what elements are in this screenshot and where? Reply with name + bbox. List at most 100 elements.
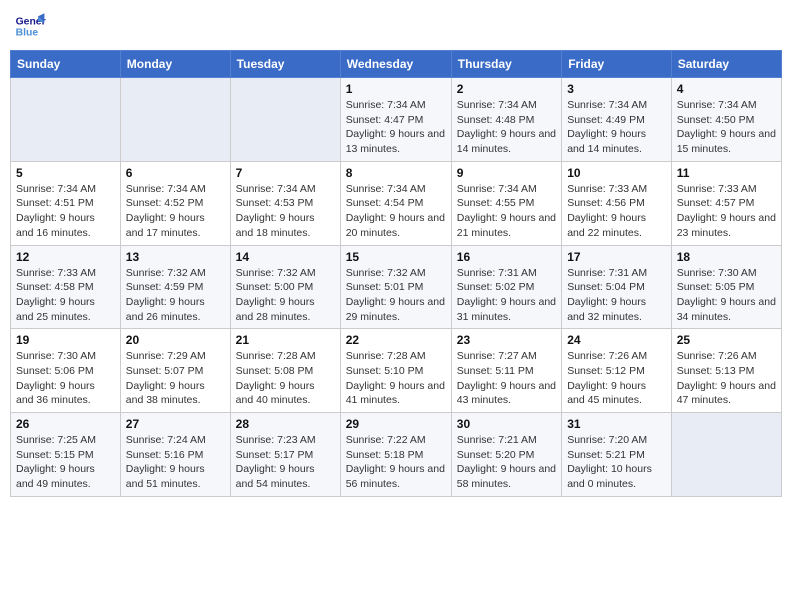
day-info: Sunrise: 7:33 AMSunset: 4:56 PMDaylight:…: [567, 182, 666, 241]
day-number: 12: [16, 250, 115, 264]
day-number: 23: [457, 333, 556, 347]
calendar-cell: 5 Sunrise: 7:34 AMSunset: 4:51 PMDaylight…: [11, 161, 121, 245]
day-info: Sunrise: 7:24 AMSunset: 5:16 PMDaylight:…: [126, 433, 225, 492]
day-info: Sunrise: 7:34 AMSunset: 4:55 PMDaylight:…: [457, 182, 556, 241]
calendar-cell: 17 Sunrise: 7:31 AMSunset: 5:04 PMDayligh…: [562, 245, 672, 329]
day-number: 15: [346, 250, 446, 264]
day-info: Sunrise: 7:31 AMSunset: 5:04 PMDaylight:…: [567, 266, 666, 325]
calendar-cell: 24 Sunrise: 7:26 AMSunset: 5:12 PMDayligh…: [562, 329, 672, 413]
calendar-cell: 10 Sunrise: 7:33 AMSunset: 4:56 PMDayligh…: [562, 161, 672, 245]
logo-icon: General Blue: [14, 10, 46, 42]
day-info: Sunrise: 7:34 AMSunset: 4:49 PMDaylight:…: [567, 98, 666, 157]
column-header-tuesday: Tuesday: [230, 51, 340, 78]
calendar-cell: 18 Sunrise: 7:30 AMSunset: 5:05 PMDayligh…: [671, 245, 781, 329]
page-header: General Blue: [10, 10, 782, 42]
calendar-cell: 12 Sunrise: 7:33 AMSunset: 4:58 PMDayligh…: [11, 245, 121, 329]
day-info: Sunrise: 7:34 AMSunset: 4:50 PMDaylight:…: [677, 98, 776, 157]
day-info: Sunrise: 7:22 AMSunset: 5:18 PMDaylight:…: [346, 433, 446, 492]
day-number: 17: [567, 250, 666, 264]
column-header-saturday: Saturday: [671, 51, 781, 78]
day-info: Sunrise: 7:26 AMSunset: 5:13 PMDaylight:…: [677, 349, 776, 408]
calendar-cell: [230, 78, 340, 162]
day-number: 16: [457, 250, 556, 264]
day-info: Sunrise: 7:27 AMSunset: 5:11 PMDaylight:…: [457, 349, 556, 408]
calendar-table: SundayMondayTuesdayWednesdayThursdayFrid…: [10, 50, 782, 497]
day-number: 28: [236, 417, 335, 431]
column-header-monday: Monday: [120, 51, 230, 78]
calendar-cell: 20Sunrise: 7:29 AMSunset: 5:07 PMDayligh…: [120, 329, 230, 413]
calendar-cell: 4 Sunrise: 7:34 AMSunset: 4:50 PMDaylight…: [671, 78, 781, 162]
day-number: 11: [677, 166, 776, 180]
calendar-cell: 6 Sunrise: 7:34 AMSunset: 4:52 PMDaylight…: [120, 161, 230, 245]
calendar-cell: [120, 78, 230, 162]
day-info: Sunrise: 7:32 AMSunset: 4:59 PMDaylight:…: [126, 266, 225, 325]
day-number: 14: [236, 250, 335, 264]
calendar-cell: 26 Sunrise: 7:25 AMSunset: 5:15 PMDayligh…: [11, 413, 121, 497]
day-number: 8: [346, 166, 446, 180]
day-info: Sunrise: 7:34 AMSunset: 4:47 PMDaylight:…: [346, 98, 446, 157]
logo: General Blue: [14, 10, 46, 42]
day-number: 26: [16, 417, 115, 431]
day-number: 25: [677, 333, 776, 347]
day-info: Sunrise: 7:25 AMSunset: 5:15 PMDaylight:…: [16, 433, 115, 492]
day-number: 9: [457, 166, 556, 180]
calendar-cell: 22Sunrise: 7:28 AMSunset: 5:10 PMDayligh…: [340, 329, 451, 413]
day-number: 1: [346, 82, 446, 96]
day-info: Sunrise: 7:29 AMSunset: 5:07 PMDaylight:…: [126, 349, 225, 408]
day-info: Sunrise: 7:34 AMSunset: 4:53 PMDaylight:…: [236, 182, 335, 241]
day-number: 3: [567, 82, 666, 96]
column-header-thursday: Thursday: [451, 51, 561, 78]
calendar-cell: 31 Sunrise: 7:20 AMSunset: 5:21 PMDayligh…: [562, 413, 672, 497]
column-header-wednesday: Wednesday: [340, 51, 451, 78]
day-number: 24: [567, 333, 666, 347]
week-row-3: 12 Sunrise: 7:33 AMSunset: 4:58 PMDayligh…: [11, 245, 782, 329]
week-row-1: 1 Sunrise: 7:34 AMSunset: 4:47 PMDaylight…: [11, 78, 782, 162]
day-info: Sunrise: 7:34 AMSunset: 4:54 PMDaylight:…: [346, 182, 446, 241]
day-number: 31: [567, 417, 666, 431]
calendar-cell: 3 Sunrise: 7:34 AMSunset: 4:49 PMDaylight…: [562, 78, 672, 162]
week-row-5: 26 Sunrise: 7:25 AMSunset: 5:15 PMDayligh…: [11, 413, 782, 497]
calendar-cell: [671, 413, 781, 497]
calendar-cell: 1 Sunrise: 7:34 AMSunset: 4:47 PMDaylight…: [340, 78, 451, 162]
day-info: Sunrise: 7:31 AMSunset: 5:02 PMDaylight:…: [457, 266, 556, 325]
day-number: 7: [236, 166, 335, 180]
day-number: 27: [126, 417, 225, 431]
calendar-cell: 21 Sunrise: 7:28 AMSunset: 5:08 PMDayligh…: [230, 329, 340, 413]
day-number: 4: [677, 82, 776, 96]
day-info: Sunrise: 7:32 AMSunset: 5:00 PMDaylight:…: [236, 266, 335, 325]
week-row-2: 5 Sunrise: 7:34 AMSunset: 4:51 PMDaylight…: [11, 161, 782, 245]
day-number: 6: [126, 166, 225, 180]
day-info: Sunrise: 7:34 AMSunset: 4:51 PMDaylight:…: [16, 182, 115, 241]
day-info: Sunrise: 7:21 AMSunset: 5:20 PMDaylight:…: [457, 433, 556, 492]
calendar-cell: 15 Sunrise: 7:32 AMSunset: 5:01 PMDayligh…: [340, 245, 451, 329]
calendar-cell: 30 Sunrise: 7:21 AMSunset: 5:20 PMDayligh…: [451, 413, 561, 497]
calendar-cell: 19 Sunrise: 7:30 AMSunset: 5:06 PMDayligh…: [11, 329, 121, 413]
day-info: Sunrise: 7:33 AMSunset: 4:58 PMDaylight:…: [16, 266, 115, 325]
calendar-cell: 29 Sunrise: 7:22 AMSunset: 5:18 PMDayligh…: [340, 413, 451, 497]
day-info: Sunrise: 7:30 AMSunset: 5:05 PMDaylight:…: [677, 266, 776, 325]
day-number: 18: [677, 250, 776, 264]
calendar-cell: 2Sunrise: 7:34 AMSunset: 4:48 PMDaylight…: [451, 78, 561, 162]
day-info: Sunrise: 7:23 AMSunset: 5:17 PMDaylight:…: [236, 433, 335, 492]
calendar-cell: 8 Sunrise: 7:34 AMSunset: 4:54 PMDaylight…: [340, 161, 451, 245]
week-row-4: 19 Sunrise: 7:30 AMSunset: 5:06 PMDayligh…: [11, 329, 782, 413]
day-info: Sunrise: 7:30 AMSunset: 5:06 PMDaylight:…: [16, 349, 115, 408]
calendar-cell: 7 Sunrise: 7:34 AMSunset: 4:53 PMDaylight…: [230, 161, 340, 245]
day-number: 21: [236, 333, 335, 347]
day-info: Sunrise: 7:32 AMSunset: 5:01 PMDaylight:…: [346, 266, 446, 325]
day-number: 5: [16, 166, 115, 180]
days-header-row: SundayMondayTuesdayWednesdayThursdayFrid…: [11, 51, 782, 78]
day-number: 10: [567, 166, 666, 180]
calendar-cell: 13Sunrise: 7:32 AMSunset: 4:59 PMDayligh…: [120, 245, 230, 329]
calendar-cell: [11, 78, 121, 162]
column-header-sunday: Sunday: [11, 51, 121, 78]
day-info: Sunrise: 7:28 AMSunset: 5:08 PMDaylight:…: [236, 349, 335, 408]
day-number: 19: [16, 333, 115, 347]
day-info: Sunrise: 7:26 AMSunset: 5:12 PMDaylight:…: [567, 349, 666, 408]
calendar-cell: 27 Sunrise: 7:24 AMSunset: 5:16 PMDayligh…: [120, 413, 230, 497]
day-number: 2: [457, 82, 556, 96]
day-info: Sunrise: 7:20 AMSunset: 5:21 PMDaylight:…: [567, 433, 666, 492]
day-info: Sunrise: 7:34 AMSunset: 4:52 PMDaylight:…: [126, 182, 225, 241]
day-number: 29: [346, 417, 446, 431]
day-number: 30: [457, 417, 556, 431]
